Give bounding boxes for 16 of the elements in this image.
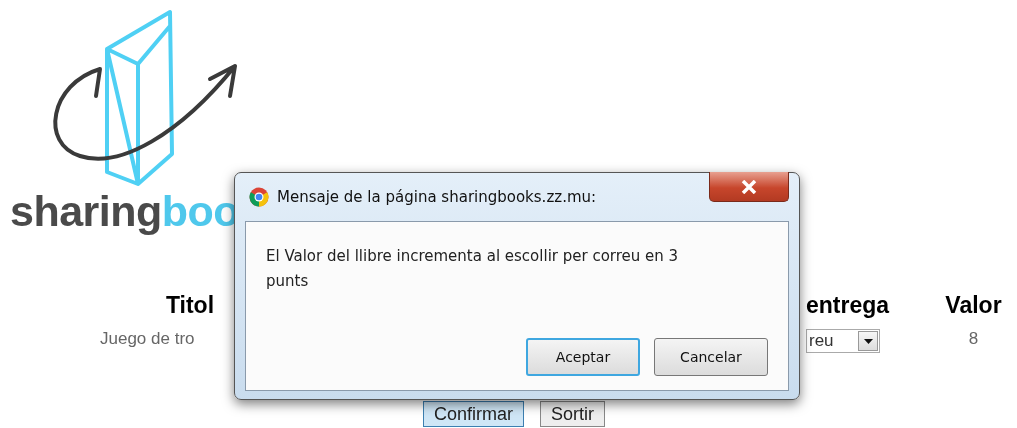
- dialog-button[interactable]: Cancelar: [654, 338, 768, 376]
- dialog-button[interactable]: Aceptar: [526, 338, 640, 376]
- dialog-title: Mensaje de la página sharingbooks.zz.mu:: [277, 188, 598, 206]
- table-cell-text: Juego de tro: [99, 329, 196, 350]
- page-button[interactable]: Confirmar: [423, 401, 524, 427]
- page-button[interactable]: Sortir: [540, 401, 606, 427]
- browser-logo-icon: [249, 187, 269, 207]
- column-header: Valor: [944, 292, 1003, 319]
- column-header: Titol: [164, 292, 216, 319]
- table-cell-text: 8: [967, 329, 980, 350]
- caret-icon: [863, 338, 873, 344]
- close-button[interactable]: [709, 172, 789, 202]
- close-icon: [741, 179, 757, 194]
- dialog-message: El Valor del llibre incrementa al escollir per correu en 3 punts: [266, 246, 680, 292]
- delivery-select[interactable]: reu: [806, 329, 880, 353]
- column-header: entrega: [806, 292, 891, 319]
